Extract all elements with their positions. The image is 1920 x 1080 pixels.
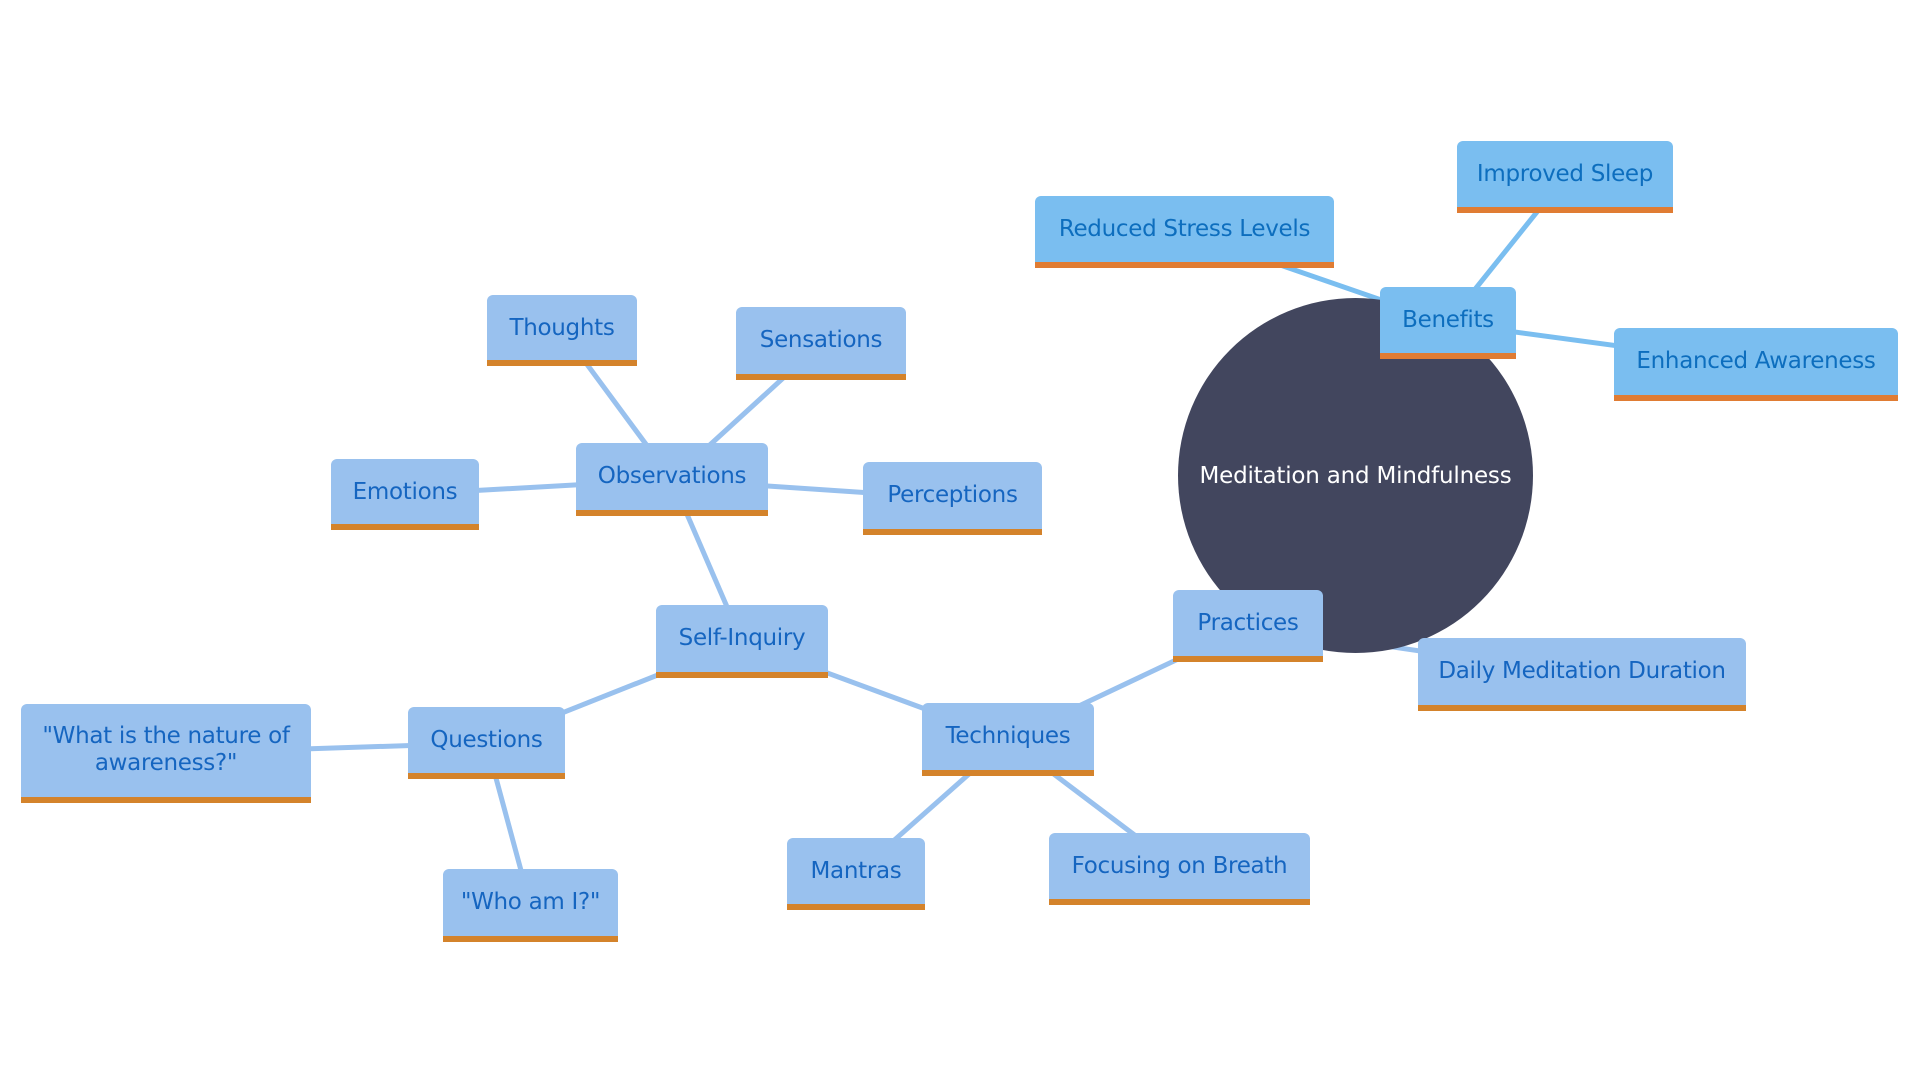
node-accent-bar (922, 770, 1094, 776)
root-node-label: Meditation and Mindfulness (1199, 462, 1512, 489)
node-accent-bar (21, 797, 311, 803)
node-label: Mantras (810, 858, 902, 884)
node-label: "Who am I?" (460, 889, 601, 915)
node-accent-bar (1614, 395, 1898, 401)
node-who-am-i[interactable]: "Who am I?" (443, 869, 618, 942)
node-accent-bar (1173, 656, 1323, 662)
node-benefits[interactable]: Benefits (1380, 287, 1516, 359)
node-emotions[interactable]: Emotions (331, 459, 479, 530)
node-accent-bar (736, 374, 906, 380)
node-enhanced-awareness[interactable]: Enhanced Awareness (1614, 328, 1898, 401)
mind-map-canvas: Meditation and Mindfulness Benefits Reduc… (0, 0, 1920, 1080)
node-reduced-stress[interactable]: Reduced Stress Levels (1035, 196, 1334, 268)
node-accent-bar (1418, 705, 1746, 711)
node-label: Enhanced Awareness (1636, 348, 1876, 374)
node-sensations[interactable]: Sensations (736, 307, 906, 380)
node-label: Benefits (1402, 307, 1494, 333)
node-label: Emotions (352, 479, 458, 505)
node-label: Techniques (945, 723, 1071, 749)
node-accent-bar (787, 904, 925, 910)
node-daily-duration[interactable]: Daily Meditation Duration (1418, 638, 1746, 711)
node-label: "What is the nature of awareness?" (42, 723, 290, 776)
node-nature-awareness[interactable]: "What is the nature of awareness?" (21, 704, 311, 803)
node-questions[interactable]: Questions (408, 707, 565, 779)
node-techniques[interactable]: Techniques (922, 703, 1094, 776)
node-accent-bar (1457, 207, 1673, 213)
node-label: Reduced Stress Levels (1058, 216, 1311, 242)
node-practices[interactable]: Practices (1173, 590, 1323, 662)
node-label: Sensations (759, 327, 883, 353)
node-focusing-breath[interactable]: Focusing on Breath (1049, 833, 1310, 905)
node-accent-bar (443, 936, 618, 942)
node-perceptions[interactable]: Perceptions (863, 462, 1042, 535)
node-accent-bar (1035, 262, 1334, 268)
node-accent-bar (1380, 353, 1516, 359)
node-label: Improved Sleep (1476, 161, 1654, 187)
node-observations[interactable]: Observations (576, 443, 768, 516)
node-label: Daily Meditation Duration (1438, 658, 1726, 684)
node-label: Focusing on Breath (1071, 853, 1288, 879)
node-accent-bar (408, 773, 565, 779)
node-mantras[interactable]: Mantras (787, 838, 925, 910)
node-thoughts[interactable]: Thoughts (487, 295, 637, 366)
node-accent-bar (863, 529, 1042, 535)
node-label: Questions (430, 727, 543, 753)
node-label: Thoughts (509, 315, 615, 341)
node-improved-sleep[interactable]: Improved Sleep (1457, 141, 1673, 213)
node-accent-bar (576, 510, 768, 516)
node-label: Self-Inquiry (678, 625, 806, 651)
node-label: Perceptions (887, 482, 1018, 508)
node-label: Observations (597, 463, 747, 489)
node-accent-bar (1049, 899, 1310, 905)
node-label: Practices (1197, 610, 1299, 636)
node-accent-bar (656, 672, 828, 678)
node-accent-bar (487, 360, 637, 366)
node-self-inquiry[interactable]: Self-Inquiry (656, 605, 828, 678)
node-accent-bar (331, 524, 479, 530)
